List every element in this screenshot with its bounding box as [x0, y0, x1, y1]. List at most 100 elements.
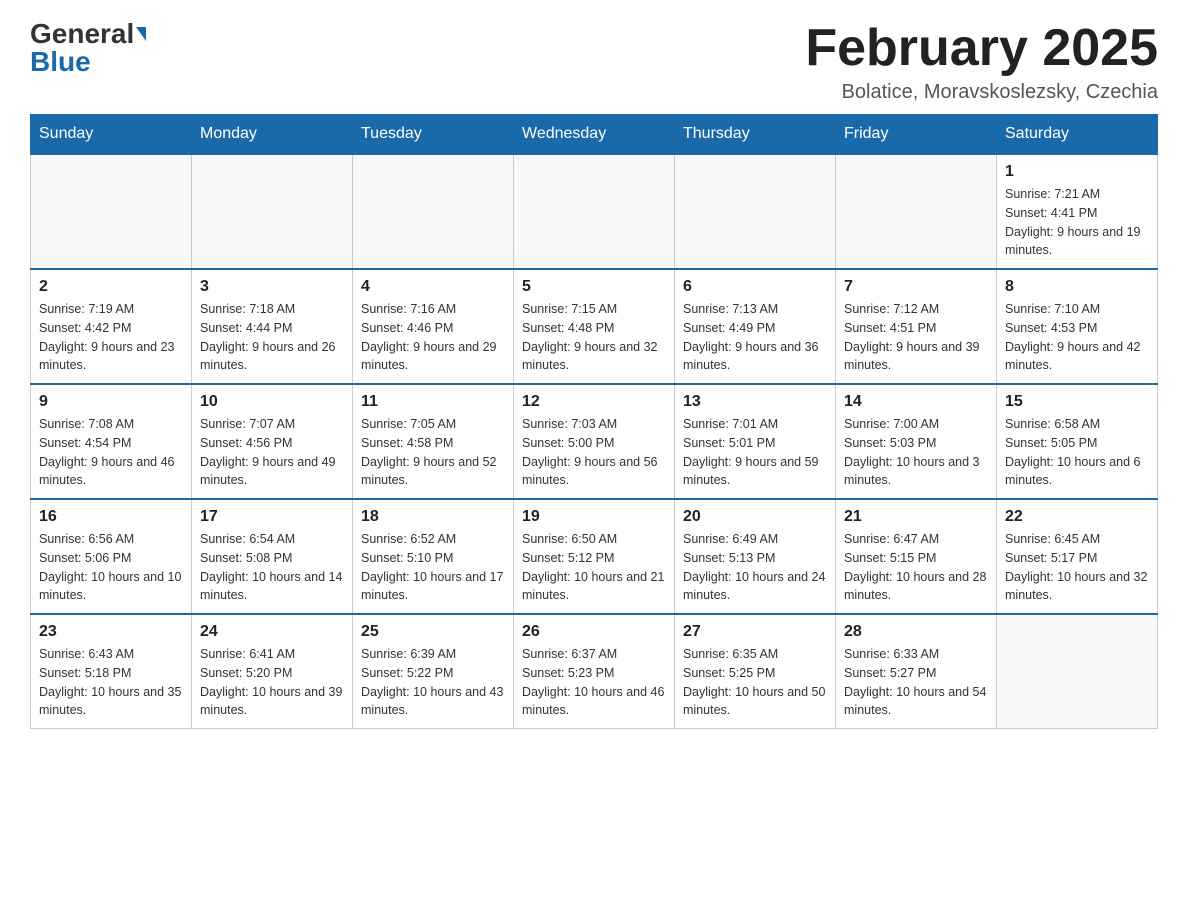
day-number: 1 — [1005, 163, 1149, 181]
calendar-cell: 3 Sunrise: 7:18 AMSunset: 4:44 PMDaylight… — [192, 269, 353, 384]
weekday-header-wednesday: Wednesday — [514, 115, 675, 155]
day-number: 11 — [361, 393, 505, 411]
day-number: 7 — [844, 278, 988, 296]
day-info: Sunrise: 6:43 AMSunset: 5:18 PMDaylight:… — [39, 645, 183, 720]
calendar-week-1: 2 Sunrise: 7:19 AMSunset: 4:42 PMDaylight… — [31, 269, 1158, 384]
calendar-week-0: 1 Sunrise: 7:21 AMSunset: 4:41 PMDaylight… — [31, 154, 1158, 269]
day-number: 22 — [1005, 508, 1149, 526]
day-info: Sunrise: 7:13 AMSunset: 4:49 PMDaylight:… — [683, 300, 827, 375]
title-section: February 2025 Bolatice, Moravskoslezsky,… — [805, 20, 1158, 104]
calendar-cell: 15 Sunrise: 6:58 AMSunset: 5:05 PMDayligh… — [997, 384, 1158, 499]
calendar-cell: 7 Sunrise: 7:12 AMSunset: 4:51 PMDaylight… — [836, 269, 997, 384]
day-info: Sunrise: 6:45 AMSunset: 5:17 PMDaylight:… — [1005, 530, 1149, 605]
calendar-cell — [997, 614, 1158, 729]
calendar-cell: 10 Sunrise: 7:07 AMSunset: 4:56 PMDayligh… — [192, 384, 353, 499]
calendar-cell: 11 Sunrise: 7:05 AMSunset: 4:58 PMDayligh… — [353, 384, 514, 499]
calendar-cell: 28Sunrise: 6:33 AMSunset: 5:27 PMDayligh… — [836, 614, 997, 729]
day-info: Sunrise: 7:19 AMSunset: 4:42 PMDaylight:… — [39, 300, 183, 375]
calendar-cell: 27 Sunrise: 6:35 AMSunset: 5:25 PMDayligh… — [675, 614, 836, 729]
weekday-header-friday: Friday — [836, 115, 997, 155]
day-number: 26 — [522, 623, 666, 641]
day-info: Sunrise: 6:56 AMSunset: 5:06 PMDaylight:… — [39, 530, 183, 605]
day-number: 15 — [1005, 393, 1149, 411]
calendar-week-3: 16 Sunrise: 6:56 AMSunset: 5:06 PMDayligh… — [31, 499, 1158, 614]
calendar-cell — [353, 154, 514, 269]
calendar-cell: 4 Sunrise: 7:16 AMSunset: 4:46 PMDaylight… — [353, 269, 514, 384]
day-info: Sunrise: 6:58 AMSunset: 5:05 PMDaylight:… — [1005, 415, 1149, 490]
day-number: 12 — [522, 393, 666, 411]
day-number: 19 — [522, 508, 666, 526]
day-number: 6 — [683, 278, 827, 296]
calendar-cell: 8 Sunrise: 7:10 AMSunset: 4:53 PMDaylight… — [997, 269, 1158, 384]
calendar-cell — [31, 154, 192, 269]
calendar-week-2: 9 Sunrise: 7:08 AMSunset: 4:54 PMDaylight… — [31, 384, 1158, 499]
calendar-cell: 26Sunrise: 6:37 AMSunset: 5:23 PMDayligh… — [514, 614, 675, 729]
day-info: Sunrise: 7:07 AMSunset: 4:56 PMDaylight:… — [200, 415, 344, 490]
day-number: 20 — [683, 508, 827, 526]
calendar-cell: 21Sunrise: 6:47 AMSunset: 5:15 PMDayligh… — [836, 499, 997, 614]
calendar-table: SundayMondayTuesdayWednesdayThursdayFrid… — [30, 114, 1158, 729]
calendar-cell: 19Sunrise: 6:50 AMSunset: 5:12 PMDayligh… — [514, 499, 675, 614]
day-info: Sunrise: 6:52 AMSunset: 5:10 PMDaylight:… — [361, 530, 505, 605]
day-info: Sunrise: 6:41 AMSunset: 5:20 PMDaylight:… — [200, 645, 344, 720]
calendar-cell — [192, 154, 353, 269]
day-number: 28 — [844, 623, 988, 641]
day-number: 2 — [39, 278, 183, 296]
calendar-cell: 5 Sunrise: 7:15 AMSunset: 4:48 PMDaylight… — [514, 269, 675, 384]
calendar-cell: 24Sunrise: 6:41 AMSunset: 5:20 PMDayligh… — [192, 614, 353, 729]
day-number: 14 — [844, 393, 988, 411]
day-number: 5 — [522, 278, 666, 296]
day-info: Sunrise: 6:47 AMSunset: 5:15 PMDaylight:… — [844, 530, 988, 605]
day-number: 4 — [361, 278, 505, 296]
calendar-cell: 2 Sunrise: 7:19 AMSunset: 4:42 PMDaylight… — [31, 269, 192, 384]
calendar-cell: 20 Sunrise: 6:49 AMSunset: 5:13 PMDayligh… — [675, 499, 836, 614]
calendar-cell: 14 Sunrise: 7:00 AMSunset: 5:03 PMDayligh… — [836, 384, 997, 499]
day-number: 25 — [361, 623, 505, 641]
day-info: Sunrise: 7:21 AMSunset: 4:41 PMDaylight:… — [1005, 185, 1149, 260]
weekday-header-monday: Monday — [192, 115, 353, 155]
calendar-cell: 16 Sunrise: 6:56 AMSunset: 5:06 PMDayligh… — [31, 499, 192, 614]
logo-blue: Blue — [30, 46, 91, 78]
day-info: Sunrise: 7:08 AMSunset: 4:54 PMDaylight:… — [39, 415, 183, 490]
day-info: Sunrise: 7:10 AMSunset: 4:53 PMDaylight:… — [1005, 300, 1149, 375]
day-number: 10 — [200, 393, 344, 411]
day-number: 23 — [39, 623, 183, 641]
day-info: Sunrise: 7:16 AMSunset: 4:46 PMDaylight:… — [361, 300, 505, 375]
day-number: 18 — [361, 508, 505, 526]
logo-general: General — [30, 20, 134, 48]
calendar-cell: 18 Sunrise: 6:52 AMSunset: 5:10 PMDayligh… — [353, 499, 514, 614]
weekday-header-saturday: Saturday — [997, 115, 1158, 155]
day-number: 16 — [39, 508, 183, 526]
calendar-cell: 6 Sunrise: 7:13 AMSunset: 4:49 PMDaylight… — [675, 269, 836, 384]
day-info: Sunrise: 7:05 AMSunset: 4:58 PMDaylight:… — [361, 415, 505, 490]
day-info: Sunrise: 7:12 AMSunset: 4:51 PMDaylight:… — [844, 300, 988, 375]
day-number: 17 — [200, 508, 344, 526]
day-info: Sunrise: 7:03 AMSunset: 5:00 PMDaylight:… — [522, 415, 666, 490]
day-number: 3 — [200, 278, 344, 296]
calendar-week-4: 23 Sunrise: 6:43 AMSunset: 5:18 PMDayligh… — [31, 614, 1158, 729]
weekday-header-tuesday: Tuesday — [353, 115, 514, 155]
day-number: 8 — [1005, 278, 1149, 296]
logo: General Blue — [30, 20, 146, 78]
calendar-cell: 17 Sunrise: 6:54 AMSunset: 5:08 PMDayligh… — [192, 499, 353, 614]
calendar-cell: 22 Sunrise: 6:45 AMSunset: 5:17 PMDayligh… — [997, 499, 1158, 614]
calendar-cell: 12 Sunrise: 7:03 AMSunset: 5:00 PMDayligh… — [514, 384, 675, 499]
calendar-cell: 1 Sunrise: 7:21 AMSunset: 4:41 PMDaylight… — [997, 154, 1158, 269]
day-info: Sunrise: 6:54 AMSunset: 5:08 PMDaylight:… — [200, 530, 344, 605]
day-number: 27 — [683, 623, 827, 641]
calendar-cell — [675, 154, 836, 269]
logo-arrow-icon — [136, 27, 146, 41]
calendar-cell — [514, 154, 675, 269]
calendar-cell: 13Sunrise: 7:01 AMSunset: 5:01 PMDayligh… — [675, 384, 836, 499]
calendar-cell: 9 Sunrise: 7:08 AMSunset: 4:54 PMDaylight… — [31, 384, 192, 499]
weekday-header-sunday: Sunday — [31, 115, 192, 155]
day-info: Sunrise: 7:00 AMSunset: 5:03 PMDaylight:… — [844, 415, 988, 490]
day-info: Sunrise: 7:15 AMSunset: 4:48 PMDaylight:… — [522, 300, 666, 375]
calendar-cell: 25Sunrise: 6:39 AMSunset: 5:22 PMDayligh… — [353, 614, 514, 729]
day-info: Sunrise: 6:35 AMSunset: 5:25 PMDaylight:… — [683, 645, 827, 720]
day-info: Sunrise: 7:18 AMSunset: 4:44 PMDaylight:… — [200, 300, 344, 375]
day-info: Sunrise: 7:01 AMSunset: 5:01 PMDaylight:… — [683, 415, 827, 490]
location: Bolatice, Moravskoslezsky, Czechia — [805, 81, 1158, 104]
day-info: Sunrise: 6:49 AMSunset: 5:13 PMDaylight:… — [683, 530, 827, 605]
day-number: 9 — [39, 393, 183, 411]
